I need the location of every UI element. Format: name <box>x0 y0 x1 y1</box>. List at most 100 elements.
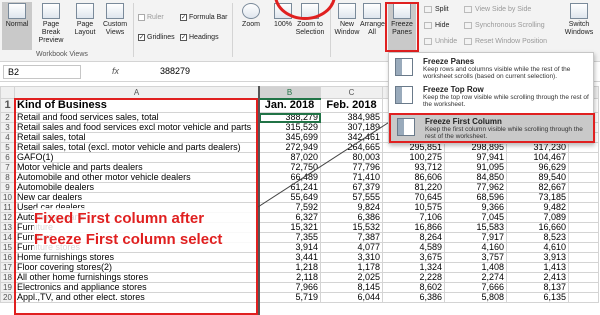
formula-input[interactable]: 388279 <box>160 66 190 76</box>
value-cell[interactable]: 1,218 <box>258 262 321 273</box>
value-cell[interactable]: 8,145 <box>320 282 383 293</box>
header-cell[interactable]: Jan. 2018 <box>258 98 321 113</box>
value-cell[interactable]: 6,044 <box>320 292 383 303</box>
value-cell[interactable] <box>568 272 599 283</box>
value-cell[interactable]: 7,045 <box>444 212 507 223</box>
row-number[interactable]: 14 <box>0 232 15 243</box>
value-cell[interactable] <box>568 292 599 303</box>
gridlines-checkbox[interactable]: ✓ Gridlines <box>138 34 175 41</box>
normal-view-button[interactable]: Normal <box>2 2 32 50</box>
new-window-button[interactable]: New Window <box>332 2 362 37</box>
split-button[interactable]: Split <box>424 6 449 13</box>
value-cell[interactable] <box>568 232 599 243</box>
value-cell[interactable]: 89,540 <box>506 172 569 183</box>
value-cell[interactable]: 7,966 <box>258 282 321 293</box>
header-cell[interactable]: Feb. 2018 <box>320 98 383 113</box>
value-cell[interactable]: 4,610 <box>506 242 569 253</box>
value-cell[interactable] <box>568 162 599 173</box>
value-cell[interactable]: 84,850 <box>444 172 507 183</box>
value-cell[interactable]: 82,667 <box>506 182 569 193</box>
value-cell[interactable]: 68,596 <box>444 192 507 203</box>
value-cell[interactable]: 1,408 <box>444 262 507 273</box>
ruler-checkbox[interactable]: Ruler <box>138 14 164 21</box>
row-number[interactable]: 18 <box>0 272 15 283</box>
value-cell[interactable]: 15,583 <box>444 222 507 233</box>
page-layout-button[interactable]: Page Layout <box>70 2 100 37</box>
value-cell[interactable]: 91,095 <box>444 162 507 173</box>
row-number[interactable]: 8 <box>0 172 15 183</box>
value-cell[interactable]: 16,866 <box>382 222 445 233</box>
zoom-button[interactable]: Zoom <box>236 2 266 29</box>
value-cell[interactable]: 1,324 <box>382 262 445 273</box>
value-cell[interactable]: 7,106 <box>382 212 445 223</box>
value-cell[interactable]: 2,413 <box>506 272 569 283</box>
value-cell[interactable] <box>568 142 599 153</box>
value-cell[interactable]: 4,077 <box>320 242 383 253</box>
freeze-first-column-option[interactable]: Freeze First Column Keep the first colum… <box>389 113 595 143</box>
value-cell[interactable]: 8,137 <box>506 282 569 293</box>
value-cell[interactable]: 8,264 <box>382 232 445 243</box>
value-cell[interactable] <box>568 252 599 263</box>
row-number[interactable]: 1 <box>0 98 15 113</box>
value-cell[interactable] <box>568 152 599 163</box>
name-box[interactable]: B2 <box>3 65 81 79</box>
row-number[interactable]: 4 <box>0 132 15 143</box>
value-cell[interactable]: 4,589 <box>382 242 445 253</box>
value-cell[interactable]: 6,386 <box>382 292 445 303</box>
reset-window-position-button[interactable]: Reset Window Position <box>464 38 547 45</box>
headings-checkbox[interactable]: ✓ Headings <box>180 34 219 41</box>
value-cell[interactable]: 9,482 <box>506 202 569 213</box>
custom-views-button[interactable]: Custom Views <box>100 2 130 37</box>
column-header[interactable]: B <box>258 86 321 100</box>
freeze-panes-option[interactable]: Freeze Panes Keep rows and columns visib… <box>389 55 595 85</box>
value-cell[interactable]: 6,135 <box>506 292 569 303</box>
row-number[interactable]: 5 <box>0 142 15 153</box>
switch-windows-button[interactable]: Switch Windows <box>562 2 596 37</box>
column-header[interactable]: A <box>14 86 259 99</box>
value-cell[interactable]: 7,917 <box>444 232 507 243</box>
value-cell[interactable]: 8,602 <box>382 282 445 293</box>
row-number[interactable]: 13 <box>0 222 15 233</box>
row-number[interactable]: 6 <box>0 152 15 163</box>
formula-bar-checkbox[interactable]: ✓ Formula Bar <box>180 14 228 21</box>
value-cell[interactable]: 7,666 <box>444 282 507 293</box>
value-cell[interactable] <box>568 192 599 203</box>
value-cell[interactable]: 9,366 <box>444 202 507 213</box>
value-cell[interactable] <box>568 262 599 273</box>
value-cell[interactable]: 3,441 <box>258 252 321 263</box>
value-cell[interactable] <box>568 202 599 213</box>
value-cell[interactable]: 6,327 <box>258 212 321 223</box>
value-cell[interactable] <box>568 222 599 233</box>
value-cell[interactable]: 2,274 <box>444 272 507 283</box>
value-cell[interactable]: 2,025 <box>320 272 383 283</box>
row-number[interactable]: 7 <box>0 162 15 173</box>
row-number[interactable]: 17 <box>0 262 15 273</box>
value-cell[interactable]: 7,355 <box>258 232 321 243</box>
value-cell[interactable]: 7,089 <box>506 212 569 223</box>
column-header[interactable]: C <box>320 86 383 99</box>
row-number[interactable]: 10 <box>0 192 15 203</box>
view-side-by-side-button[interactable]: View Side by Side <box>464 6 531 13</box>
freeze-top-row-option[interactable]: Freeze Top Row Keep the top row visible … <box>389 83 595 113</box>
value-cell[interactable]: 16,660 <box>506 222 569 233</box>
value-cell[interactable]: 77,962 <box>444 182 507 193</box>
value-cell[interactable]: 7,387 <box>320 232 383 243</box>
value-cell[interactable] <box>568 282 599 293</box>
row-number[interactable]: 11 <box>0 202 15 213</box>
value-cell[interactable]: 104,467 <box>506 152 569 163</box>
value-cell[interactable]: 97,941 <box>444 152 507 163</box>
row-number[interactable]: 2 <box>0 112 15 123</box>
fx-icon[interactable]: fx <box>112 66 119 76</box>
value-cell[interactable] <box>568 212 599 223</box>
value-cell[interactable]: 2,228 <box>382 272 445 283</box>
value-cell[interactable]: 8,523 <box>506 232 569 243</box>
arrange-all-button[interactable]: Arrange All <box>360 2 385 37</box>
value-cell[interactable]: 15,321 <box>258 222 321 233</box>
row-number[interactable]: 15 <box>0 242 15 253</box>
row-number[interactable]: 20 <box>0 292 15 303</box>
unhide-button[interactable]: Unhide <box>424 38 457 45</box>
synchronous-scrolling-button[interactable]: Synchronous Scrolling <box>464 22 545 29</box>
row-number[interactable]: 16 <box>0 252 15 263</box>
select-all-corner[interactable] <box>0 86 15 99</box>
value-cell[interactable]: 317,230 <box>506 142 569 153</box>
